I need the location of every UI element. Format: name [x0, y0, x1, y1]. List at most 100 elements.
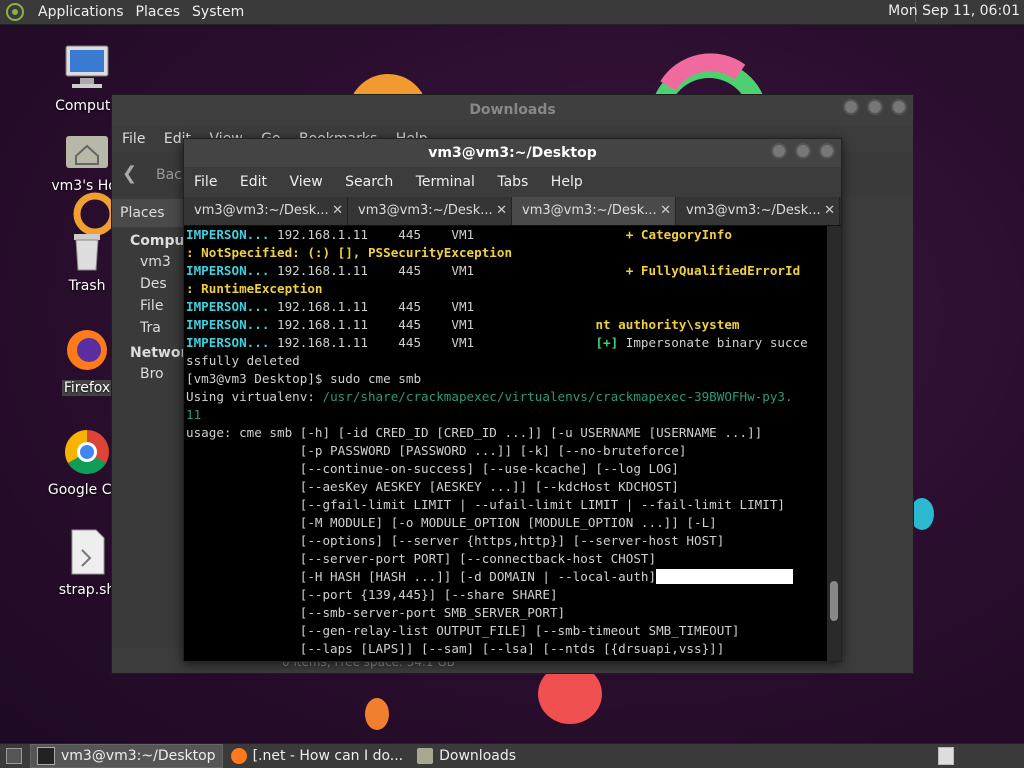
terminal-line: [-p PASSWORD [PASSWORD ...]] [-k] [--no-… [186, 442, 827, 460]
minimize-button[interactable] [843, 99, 859, 115]
terminal-text: [vm3@vm3 Desktop]$ sudo cme smb [186, 371, 422, 386]
terminal-icon [37, 747, 55, 765]
terminal-text: : RuntimeException [186, 281, 323, 296]
file-manager-title[interactable]: Downloads [112, 95, 913, 125]
sidebar-section-computer: Compute [130, 233, 201, 249]
term-menu-file[interactable]: File [194, 174, 217, 190]
term-menu-search[interactable]: Search [345, 174, 393, 190]
maximize-button[interactable] [867, 99, 883, 115]
terminal-text: [--laps [LAPS]] [--sam] [--lsa] [--ntds … [186, 641, 725, 656]
terminal-line: [--laps [LAPS]] [--sam] [--lsa] [--ntds … [186, 640, 827, 658]
firefox-icon [67, 330, 107, 370]
sidebar-item-browse-network[interactable]: Bro [112, 363, 192, 385]
trash-icon [74, 234, 100, 271]
system-menu[interactable]: System [186, 4, 250, 20]
workspace-switcher-icon[interactable] [938, 747, 954, 765]
terminal-text [656, 569, 793, 584]
terminal-text: Impersonate binary succe [618, 335, 808, 350]
top-panel: Applications Places System Mon Sep 11, 0… [0, 0, 1024, 25]
term-menu-tabs[interactable]: Tabs [497, 174, 528, 190]
places-menu[interactable]: Places [130, 4, 187, 20]
terminal-output[interactable]: IMPERSON... 192.168.1.11 445 VM1 + Categ… [184, 226, 827, 661]
show-desktop-icon[interactable] [6, 748, 22, 764]
script-file-icon [71, 529, 105, 575]
sidebar-item-desktop[interactable]: Des [112, 273, 192, 295]
clock[interactable]: Mon Sep 11, 06:01 [888, 3, 1020, 19]
terminal-text: 192.168.1.11 445 VM1 [269, 299, 475, 314]
terminal-window-buttons [771, 143, 835, 159]
tab-close-icon[interactable]: ✕ [332, 197, 343, 225]
chrome-icon [65, 430, 109, 474]
applications-menu[interactable]: Applications [32, 4, 130, 20]
terminal-line: [--aesKey AESKEY [AESKEY ...]] [--kdcHos… [186, 478, 827, 496]
terminal-text: + FullyQualifiedErrorId [625, 263, 801, 278]
terminal-text: IMPERSON... [186, 317, 270, 332]
computer-icon [65, 45, 109, 88]
fm-menu-file[interactable]: File [122, 131, 145, 147]
terminal-line: [--gen-relay-list OUTPUT_FILE] [--smb-ti… [186, 622, 827, 640]
terminal-text: : NotSpecified: (:) [], PSSecurityExcept… [186, 245, 513, 260]
terminal-tab[interactable]: vm3@vm3:~/Desk... ✕ [348, 197, 512, 225]
terminal-line: usage: cme smb [-h] [-id CRED_ID [CRED_I… [186, 424, 827, 442]
tab-close-icon[interactable]: ✕ [824, 197, 835, 225]
terminal-title[interactable]: vm3@vm3:~/Desktop [184, 139, 841, 167]
term-menu-edit[interactable]: Edit [240, 174, 267, 190]
term-menu-terminal[interactable]: Terminal [416, 174, 475, 190]
terminal-text: nt authority\system [595, 317, 740, 332]
terminal-text: [-M MODULE] [-o MODULE_OPTION [MODULE_OP… [186, 515, 717, 530]
back-arrow-icon[interactable]: ❮ [122, 163, 137, 184]
terminal-line: : RuntimeException [186, 280, 827, 298]
terminal-text: [--continue-on-success] [--use-kcache] [… [186, 461, 679, 476]
minimize-button[interactable] [771, 143, 787, 159]
terminal-text: [--smb-server-port SMB_SERVER_PORT] [186, 605, 566, 620]
close-button[interactable] [891, 99, 907, 115]
terminal-scrollbar[interactable] [827, 226, 841, 661]
terminal-text: + CategoryInfo [625, 227, 732, 242]
tab-close-icon[interactable]: ✕ [660, 197, 671, 225]
sidebar-item-filesystem[interactable]: File [112, 295, 192, 317]
file-manager-sidebar: Places Compute vm3 Des File Tra Network … [112, 199, 201, 647]
taskbar-item-label: Downloads [439, 748, 517, 764]
terminal-text: IMPERSON... [186, 227, 270, 242]
terminal-line: [-M MODULE] [-o MODULE_OPTION [MODULE_OP… [186, 514, 827, 532]
taskbar-item-downloads[interactable]: Downloads [411, 745, 522, 767]
terminal-tab[interactable]: vm3@vm3:~/Desk... ✕ [676, 197, 840, 225]
terminal-text: Using virtualenv: [186, 389, 323, 404]
sidebar-item-trash[interactable]: Tra [112, 317, 192, 339]
terminal-line: [--smb-server-port SMB_SERVER_PORT] [186, 604, 827, 622]
terminal-text: 192.168.1.11 445 VM1 [269, 335, 596, 350]
terminal-line: IMPERSON... 192.168.1.11 445 VM1 [+] Imp… [186, 334, 827, 352]
terminal-line: [vm3@vm3 Desktop]$ sudo cme smb [186, 370, 827, 388]
terminal-line: : NotSpecified: (:) [], PSSecurityExcept… [186, 244, 827, 262]
terminal-text: [--port {139,445}] [--share SHARE] [186, 587, 558, 602]
close-button[interactable] [819, 143, 835, 159]
terminal-line: [--options] [--server {https,http}] [--s… [186, 532, 827, 550]
terminal-line: [-H HASH [HASH ...]] [-d DOMAIN | --loca… [186, 568, 827, 586]
terminal-text: IMPERSON... [186, 299, 270, 314]
term-menu-help[interactable]: Help [551, 174, 583, 190]
terminal-tab[interactable]: vm3@vm3:~/Desk... ✕ [184, 197, 348, 225]
taskbar-item-terminal[interactable]: vm3@vm3:~/Desktop [30, 744, 223, 768]
terminal-text: 192.168.1.11 445 VM1 [269, 263, 626, 278]
terminal-window[interactable]: vm3@vm3:~/Desktop File Edit View Search … [183, 138, 842, 662]
terminal-tabbar: vm3@vm3:~/Desk... ✕ vm3@vm3:~/Desk... ✕ vm… [184, 197, 841, 226]
terminal-line: IMPERSON... 192.168.1.11 445 VM1 nt auth… [186, 316, 827, 334]
tab-close-icon[interactable]: ✕ [496, 197, 507, 225]
terminal-text: [-H HASH [HASH ...]] [-d DOMAIN | --loca… [186, 569, 657, 584]
places-header[interactable]: Places [112, 199, 192, 227]
taskbar-item-firefox[interactable]: [.net - How can I do... [225, 745, 410, 767]
term-menu-view[interactable]: View [289, 174, 322, 190]
terminal-text: 192.168.1.11 445 VM1 [269, 227, 626, 242]
maximize-button[interactable] [795, 143, 811, 159]
terminal-text: usage: cme smb [-h] [-id CRED_ID [CRED_I… [186, 425, 763, 440]
terminal-tab-active[interactable]: vm3@vm3:~/Desk... ✕ [512, 197, 676, 225]
terminal-line: 11 [186, 406, 827, 424]
taskbar-item-label: [.net - How can I do... [252, 748, 404, 764]
desktop-icon-label: Firefox [61, 380, 113, 396]
terminal-menubar: File Edit View Search Terminal Tabs Help [184, 167, 841, 197]
scrollbar-thumb[interactable] [830, 581, 838, 621]
sidebar-item-home[interactable]: vm3 [112, 251, 192, 273]
terminal-line: IMPERSON... 192.168.1.11 445 VM1 + Fully… [186, 262, 827, 280]
terminal-line: Using virtualenv: /usr/share/crackmapexe… [186, 388, 827, 406]
terminal-text: [-p PASSWORD [PASSWORD ...]] [-k] [--no-… [186, 443, 687, 458]
